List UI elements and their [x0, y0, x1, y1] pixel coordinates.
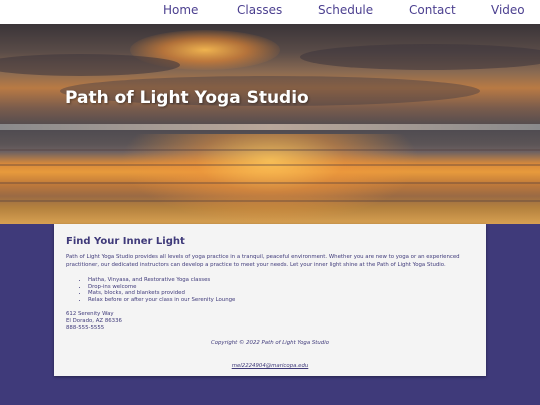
list-item: Mats, blocks, and blankets provided: [88, 290, 474, 297]
nav-link-video[interactable]: Video: [491, 3, 525, 17]
address-street: 612 Serenity Way: [66, 311, 114, 318]
email-link[interactable]: mel2224904@maricopa.edu: [232, 363, 309, 369]
address-city: El Dorado, AZ 86336: [66, 317, 122, 324]
features-list: Hatha, Vinyasa, and Restorative Yoga cla…: [88, 277, 474, 303]
water-ripple: [0, 149, 540, 151]
nav-link-contact[interactable]: Contact: [409, 3, 456, 17]
list-item: Relax before or after your class in our …: [88, 297, 474, 304]
water-ripple: [0, 200, 540, 202]
section-heading: Find Your Inner Light: [66, 236, 185, 247]
sun-reflection: [120, 134, 420, 224]
page-footer: Copyright © 2022 Path of Light Yoga Stud…: [66, 340, 474, 371]
water-ripple: [0, 164, 540, 166]
list-item: Hatha, Vinyasa, and Restorative Yoga cla…: [88, 277, 474, 284]
main-content-card: Find Your Inner Light Path of Light Yoga…: [54, 224, 486, 376]
nav-link-home[interactable]: Home: [163, 3, 198, 17]
nav-link-classes[interactable]: Classes: [237, 3, 282, 17]
address-phone: 888-555-5555: [66, 324, 105, 331]
nav-link-schedule[interactable]: Schedule: [318, 3, 373, 17]
list-item: Drop-ins welcome: [88, 284, 474, 291]
water-ripple: [0, 182, 540, 184]
studio-address: 612 Serenity Way El Dorado, AZ 86336 888…: [66, 311, 474, 331]
hero-banner: Path of Light Yoga Studio: [0, 24, 540, 224]
hero-title: Path of Light Yoga Studio: [65, 88, 309, 108]
cloud-shape: [0, 54, 180, 76]
top-navigation: Home Classes Schedule Contact Video: [0, 0, 540, 24]
cloud-shape: [300, 44, 540, 70]
copyright-text: Copyright © 2022 Path of Light Yoga Stud…: [210, 340, 330, 347]
intro-paragraph: Path of Light Yoga Studio provides all l…: [66, 254, 460, 268]
horizon-line: [0, 124, 540, 130]
